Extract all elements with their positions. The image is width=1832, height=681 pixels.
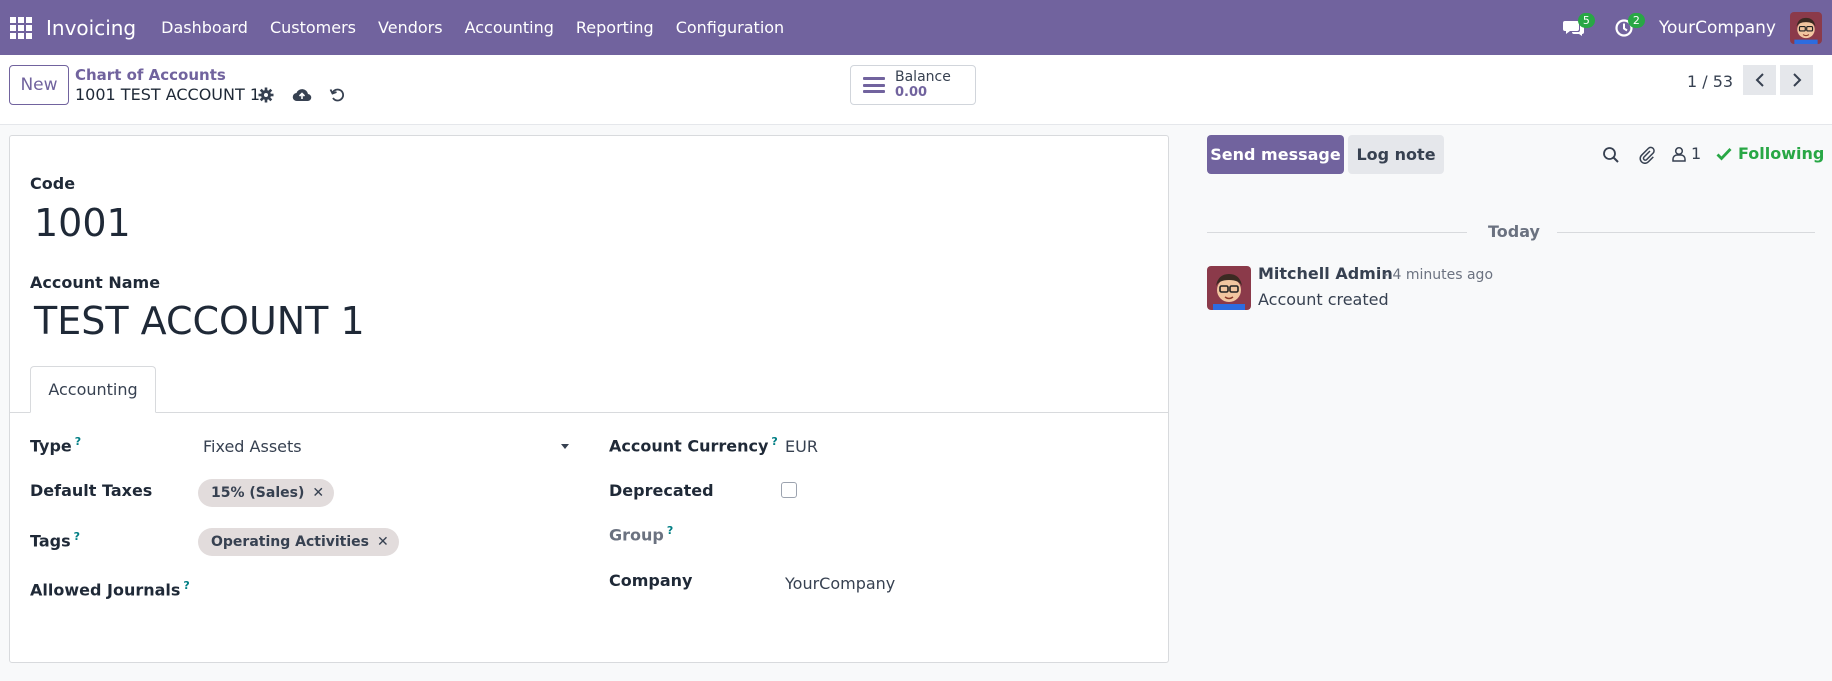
- type-help-icon[interactable]: ?: [75, 435, 81, 448]
- menu-accounting[interactable]: Accounting: [465, 18, 554, 37]
- account-name-field[interactable]: TEST ACCOUNT 1: [34, 299, 365, 343]
- form-sheet: Code 1001 Account Name TEST ACCOUNT 1 Ac…: [9, 135, 1169, 663]
- activities-badge: 2: [1627, 12, 1645, 28]
- default-tax-tag-label: 15% (Sales): [211, 485, 305, 501]
- menu-customers[interactable]: Customers: [270, 18, 356, 37]
- tags-label: Tags?: [30, 530, 80, 550]
- tags-help-icon[interactable]: ?: [74, 530, 80, 543]
- type-label-text: Type: [30, 436, 72, 456]
- save-cloud-icon[interactable]: [292, 85, 312, 105]
- pager-next-button[interactable]: [1780, 65, 1813, 95]
- tab-divider: [10, 412, 1168, 413]
- date-separator-line: [1207, 232, 1467, 233]
- type-select[interactable]: Fixed Assets: [203, 437, 302, 456]
- remove-tag-icon[interactable]: ✕: [377, 534, 389, 550]
- pager-previous-button[interactable]: [1743, 65, 1776, 95]
- menu-reporting[interactable]: Reporting: [576, 18, 654, 37]
- gear-icon[interactable]: [256, 85, 276, 105]
- chevron-left-icon: [1755, 73, 1764, 87]
- deprecated-checkbox[interactable]: [781, 482, 797, 498]
- default-taxes-label: Default Taxes: [30, 481, 153, 500]
- message-author[interactable]: Mitchell Admin: [1258, 264, 1393, 283]
- user-icon: [1672, 146, 1686, 162]
- apps-menu-icon[interactable]: [10, 16, 32, 39]
- code-label: Code: [30, 174, 76, 193]
- log-note-button[interactable]: Log note: [1348, 135, 1444, 174]
- balance-label: Balance: [895, 69, 951, 85]
- top-navbar: Invoicing Dashboard Customers Vendors Ac…: [0, 0, 1832, 55]
- account-currency-label: Account Currency?: [609, 435, 778, 455]
- breadcrumb-chart-of-accounts[interactable]: Chart of Accounts: [75, 66, 226, 84]
- allowed-journals-field[interactable]: [203, 576, 573, 604]
- date-separator-line: [1557, 232, 1815, 233]
- balance-value: 0.00: [895, 85, 928, 100]
- currency-help-icon[interactable]: ?: [771, 435, 777, 448]
- following-button[interactable]: Following: [1716, 144, 1824, 163]
- check-icon: [1716, 147, 1732, 161]
- account-tag: Operating Activities ✕: [198, 528, 399, 556]
- allowed-journals-label: Allowed Journals?: [30, 579, 190, 599]
- group-label: Group?: [609, 524, 673, 544]
- company-switcher[interactable]: YourCompany: [1659, 18, 1776, 38]
- list-lines-icon: [863, 77, 885, 93]
- caret-down-icon[interactable]: [561, 444, 569, 449]
- account-currency-field[interactable]: EUR: [785, 437, 818, 456]
- account-tag-label: Operating Activities: [211, 534, 369, 550]
- user-avatar[interactable]: [1790, 11, 1822, 44]
- control-panel: New Chart of Accounts 1001 TEST ACCOUNT …: [0, 55, 1832, 125]
- message-timestamp: - 4 minutes ago: [1383, 267, 1494, 283]
- followers-count: 1: [1691, 144, 1702, 163]
- discard-icon[interactable]: [327, 85, 347, 105]
- new-button[interactable]: New: [9, 65, 69, 105]
- messages-badge: 5: [1577, 12, 1595, 28]
- tab-accounting[interactable]: Accounting: [30, 366, 156, 413]
- balance-smart-button[interactable]: Balance 0.00: [850, 65, 976, 105]
- paperclip-icon[interactable]: [1637, 145, 1657, 165]
- chevron-right-icon: [1792, 73, 1801, 87]
- remove-tag-icon[interactable]: ✕: [312, 485, 324, 501]
- activity-menu[interactable]: 2: [1609, 12, 1645, 43]
- breadcrumb-current-record: 1001 TEST ACCOUNT 1: [75, 85, 261, 104]
- menu-configuration[interactable]: Configuration: [676, 18, 785, 37]
- group-label-text: Group: [609, 525, 664, 545]
- search-icon[interactable]: [1601, 145, 1621, 165]
- message-author-avatar[interactable]: [1207, 266, 1251, 310]
- message-body: Account created: [1258, 290, 1389, 309]
- company-label: Company: [609, 571, 693, 590]
- code-field[interactable]: 1001: [34, 201, 131, 245]
- tags-label-text: Tags: [30, 531, 71, 551]
- send-message-button[interactable]: Send message: [1207, 135, 1344, 174]
- default-tax-tag: 15% (Sales) ✕: [198, 479, 335, 507]
- date-separator: Today: [1488, 222, 1540, 241]
- user-avatar-image: [1790, 11, 1822, 44]
- deprecated-label: Deprecated: [609, 481, 714, 500]
- account-name-label: Account Name: [30, 273, 161, 292]
- menu-vendors[interactable]: Vendors: [378, 18, 443, 37]
- navbar-systray: 5 2 YourCompany: [1559, 0, 1832, 55]
- allowed-journals-help-icon[interactable]: ?: [183, 579, 189, 592]
- allowed-journals-label-text: Allowed Journals: [30, 580, 181, 600]
- pager-value[interactable]: 1 / 53: [1687, 72, 1733, 91]
- group-help-icon[interactable]: ?: [667, 524, 673, 537]
- following-label: Following: [1738, 144, 1825, 163]
- menu-dashboard[interactable]: Dashboard: [161, 18, 248, 37]
- app-brand[interactable]: Invoicing: [46, 16, 136, 40]
- followers-button[interactable]: 1: [1672, 144, 1701, 163]
- account-currency-label-text: Account Currency: [609, 436, 769, 456]
- messaging-menu[interactable]: 5: [1559, 12, 1595, 43]
- type-label: Type?: [30, 435, 81, 455]
- company-field[interactable]: YourCompany: [785, 574, 895, 593]
